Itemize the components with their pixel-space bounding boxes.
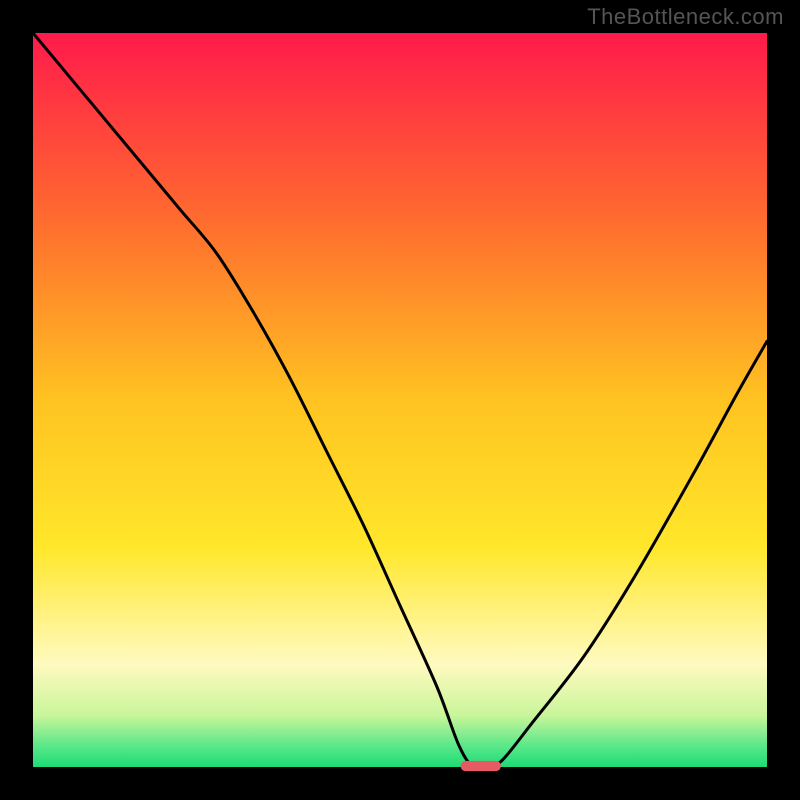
watermark-text: TheBottleneck.com: [587, 4, 784, 30]
chart-frame: TheBottleneck.com: [0, 0, 800, 800]
bottleneck-chart: [0, 0, 800, 800]
optimal-marker: [461, 761, 501, 771]
plot-background: [33, 33, 767, 767]
